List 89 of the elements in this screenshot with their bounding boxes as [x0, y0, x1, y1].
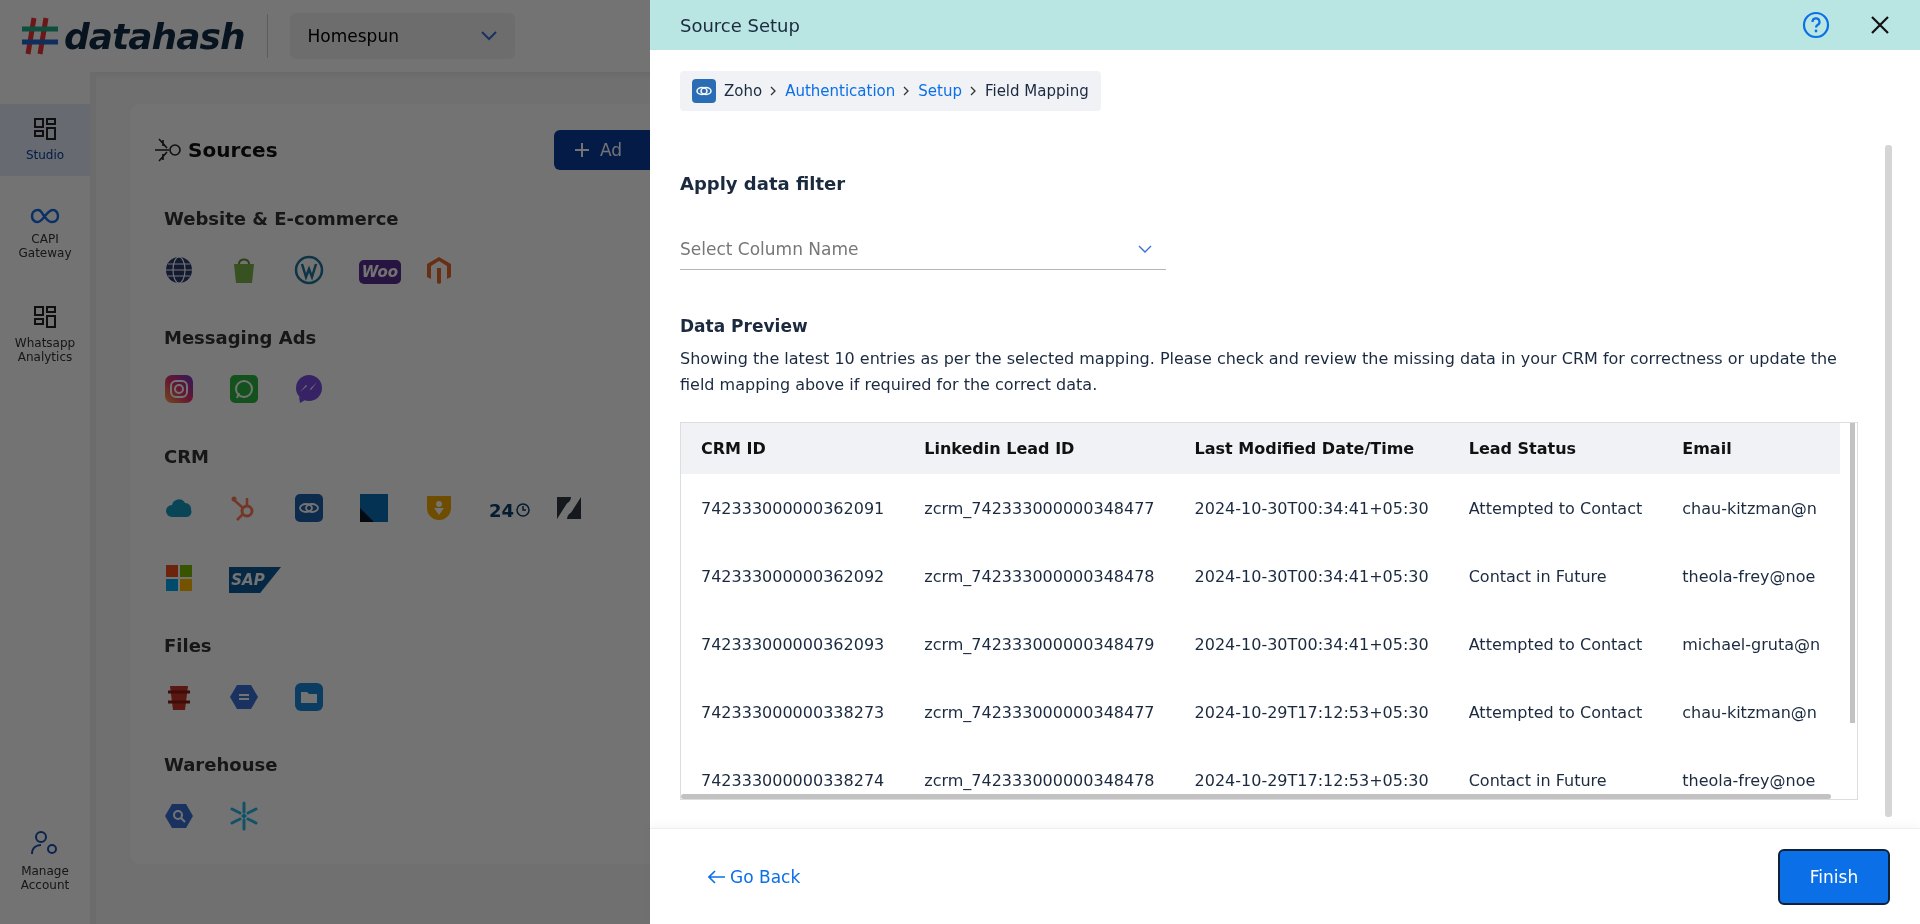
table-cell-text: zcrm_742333000000348477	[923, 701, 1156, 724]
arrow-left-icon	[708, 869, 726, 884]
workspace-dropdown[interactable]: Homespun	[289, 13, 515, 59]
table-cell-text: theola-frey@noe	[1681, 565, 1817, 588]
table-cell-text: chau-kitzman@n	[1681, 701, 1818, 724]
table-cell-text: 2024-10-30T00:34:41+05:30	[1193, 565, 1430, 588]
table-cell-text: Contact in Future	[1467, 565, 1608, 588]
hexagon-search-icon[interactable]	[164, 801, 194, 831]
clock-icon	[516, 503, 531, 517]
table-cell-text: zcrm_742333000000348478	[923, 565, 1156, 588]
table-cell-text: 2024-10-29T17:12:53+05:30	[1193, 769, 1430, 792]
table-cell-text: 2024-10-29T17:12:53+05:30	[1193, 701, 1430, 724]
table-cell-text: 742333000000362093	[700, 633, 886, 656]
table-cell-text: Contact in Future	[1467, 769, 1608, 792]
chat-bubble-icon[interactable]	[229, 374, 259, 404]
section-heading: CRM	[164, 446, 209, 467]
speech-bubble-logo[interactable]: Woo	[359, 260, 401, 284]
column-header: CRM ID	[681, 423, 905, 474]
table-cell-text: 2024-10-30T00:34:41+05:30	[1193, 633, 1430, 656]
section-heading: Messaging Ads	[164, 327, 317, 348]
clock-number-logo[interactable]: 24	[489, 499, 531, 521]
table-cell-text: 742333000000338274	[700, 769, 886, 792]
four-squares-icon[interactable]	[164, 563, 194, 593]
table-cell: 742333000000362091	[681, 474, 905, 542]
plus-icon	[574, 142, 590, 158]
grid-icon	[34, 118, 56, 140]
column-header: Lead Status	[1448, 423, 1663, 474]
lightning-bubble-icon[interactable]	[294, 374, 324, 404]
table-cell-text: 742333000000338273	[700, 701, 886, 724]
chevron-right-icon	[969, 86, 977, 96]
table-cell-text: zcrm_742333000000348478	[923, 769, 1156, 792]
description-text: Showing the latest 10 entries as per the selected mapping. Please check and review the missing data in your CRM for correctness or update the field mapping above if required for the correct data.	[680, 348, 1838, 396]
sidebar-item[interactable]: Studio	[0, 104, 90, 176]
slanted-logo[interactable]: SAP	[229, 567, 281, 593]
snowflake-icon[interactable]	[229, 801, 259, 831]
corner-square-icon[interactable]	[359, 493, 389, 523]
breadcrumb-link[interactable]: Authentication	[785, 82, 896, 100]
section-heading: Data Preview	[680, 316, 809, 336]
chevron-right-icon	[770, 86, 778, 96]
hash-logo-icon	[20, 16, 60, 56]
manage-account-item[interactable]: Manage Account	[0, 816, 90, 906]
user-gear-icon	[31, 830, 59, 856]
sources-icon	[154, 136, 182, 164]
table-cell: 2024-10-30T00:34:41+05:30	[1174, 474, 1449, 542]
column-header: Linkedin Lead ID	[904, 423, 1175, 474]
section-heading: Website & E-commerce	[164, 208, 399, 229]
breadcrumb-item: Zoho	[724, 82, 763, 100]
chevron-down-icon	[1138, 244, 1152, 253]
panel-scrollbar[interactable]	[1885, 145, 1892, 817]
grid-icon	[34, 306, 56, 328]
drawer-title: Source Setup	[680, 14, 801, 36]
breadcrumb-link[interactable]: Setup	[918, 82, 962, 100]
column-header: Email	[1662, 423, 1841, 474]
camera-icon[interactable]	[164, 374, 194, 404]
table-cell: zcrm_742333000000348477	[904, 474, 1175, 542]
go-back-link[interactable]: Go Back	[708, 866, 801, 887]
table-cell: Attempted to Contact	[1448, 474, 1663, 542]
column-select[interactable]: Select Column Name	[680, 228, 1166, 270]
table-cell-text: theola-frey@noe	[1681, 769, 1817, 792]
hexagon-icon[interactable]	[424, 255, 454, 285]
globe-icon[interactable]	[164, 255, 194, 285]
section-heading: Apply data filter	[680, 173, 847, 194]
hexagon-document-icon[interactable]	[229, 682, 259, 712]
linked-rings-icon[interactable]	[294, 493, 324, 523]
table-cell-text: 742333000000362092	[700, 565, 886, 588]
breadcrumb-item: Field Mapping	[984, 82, 1089, 100]
section-heading: Warehouse	[164, 754, 278, 775]
sidebar-item[interactable]: Whatsapp Analytics	[0, 292, 90, 378]
column-header: Last Modified Date/Time	[1174, 423, 1449, 474]
infinity-icon	[30, 208, 60, 224]
folder-icon[interactable]	[294, 682, 324, 712]
finish-button[interactable]: Finish	[1778, 848, 1890, 905]
linked-rings-icon	[692, 79, 716, 103]
vertical-scrollbar[interactable]	[1850, 423, 1855, 723]
section-heading: Files	[164, 635, 212, 656]
table-cell-text: zcrm_742333000000348479	[923, 633, 1156, 656]
close-icon[interactable]	[1870, 15, 1890, 35]
table-cell-text: michael-gruta@n	[1681, 633, 1822, 656]
sidebar-item[interactable]: CAPI Gateway	[0, 194, 90, 274]
chevron-down-icon	[480, 31, 497, 41]
help-icon[interactable]	[1802, 11, 1830, 39]
shield-icon[interactable]	[424, 493, 454, 523]
table-cell: chau-kitzman@n	[1662, 474, 1841, 542]
horizontal-scrollbar[interactable]	[681, 794, 1831, 799]
table-cell-text: Attempted to Contact	[1467, 633, 1644, 656]
page-title: Sources	[188, 138, 278, 162]
logo-wordmark: datahash	[64, 15, 245, 57]
table-cell-text: Attempted to Contact	[1467, 701, 1644, 724]
chevron-right-icon	[903, 86, 911, 96]
